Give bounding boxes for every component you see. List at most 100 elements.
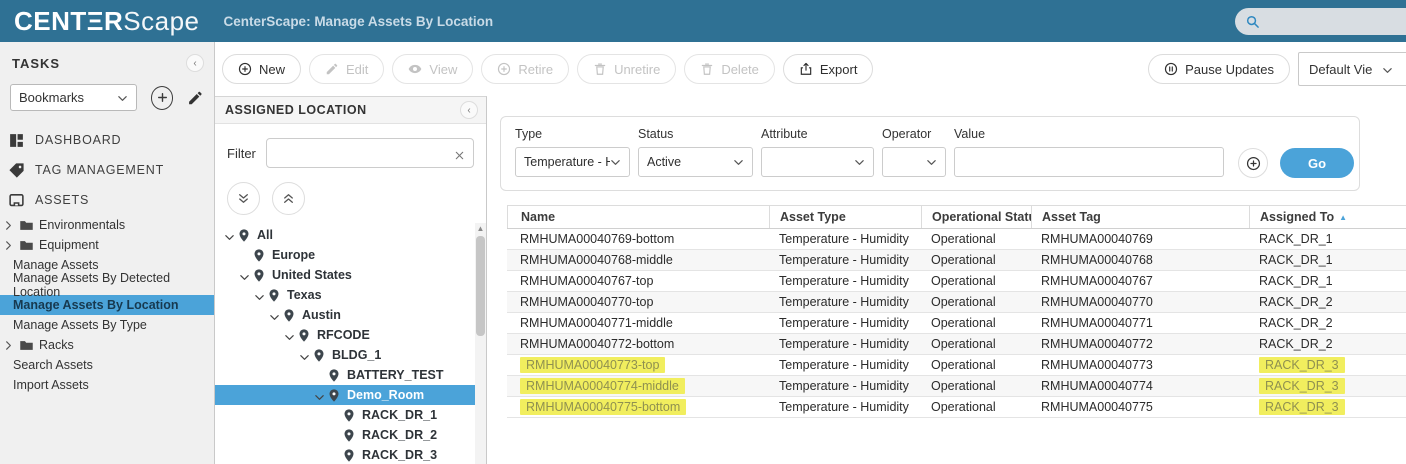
- tree-node-rack-dr-3[interactable]: RACK_DR_3: [215, 445, 486, 464]
- query-field-type: Type Temperature - Hu: [515, 127, 630, 177]
- column-header-assigned-to[interactable]: Assigned To ▲: [1249, 206, 1386, 228]
- sidebar-collapse-button[interactable]: ‹: [186, 54, 204, 72]
- cell-asset_type: Temperature - Humidity: [769, 250, 921, 270]
- filter-label: Filter: [227, 146, 256, 161]
- add-filter-button[interactable]: [1238, 148, 1268, 178]
- tree-node-demo-room[interactable]: Demo_Room: [215, 385, 486, 405]
- cell-assigned_to: RACK_DR_1: [1249, 250, 1386, 270]
- chevron-down-icon[interactable]: [224, 230, 235, 241]
- tree-node-rfcode[interactable]: RFCODE: [215, 325, 486, 345]
- cell-asset_type: Temperature - Humidity: [769, 376, 921, 396]
- cell-assigned_to: RACK_DR_3: [1249, 376, 1386, 396]
- collapse-all-button[interactable]: [272, 182, 305, 215]
- tree-node-bldg-1[interactable]: BLDG_1: [215, 345, 486, 365]
- pause-updates-button[interactable]: Pause Updates: [1148, 54, 1290, 84]
- tree-node-austin[interactable]: Austin: [215, 305, 486, 325]
- tree-node-united-states[interactable]: United States: [215, 265, 486, 285]
- sidebar-item-manage-assets-by-detected-location[interactable]: Manage Assets By Detected Location: [0, 275, 214, 295]
- pause-updates-label: Pause Updates: [1185, 62, 1274, 77]
- query-field-status: Status Active: [638, 127, 753, 177]
- view-select-value: Default Vie: [1309, 62, 1372, 77]
- sidebar-item-search-assets[interactable]: Search Assets: [0, 355, 214, 375]
- status-select[interactable]: Active: [638, 147, 753, 177]
- cell-asset_type: Temperature - Humidity: [769, 397, 921, 417]
- column-header-asset-tag[interactable]: Asset Tag: [1031, 206, 1249, 228]
- cell-operational_status: Operational: [921, 334, 1031, 354]
- table-row[interactable]: RMHUMA00040771-middleTemperature - Humid…: [507, 313, 1406, 334]
- global-search[interactable]: [1235, 8, 1406, 35]
- tree-filter-field[interactable]: [266, 138, 474, 168]
- chevron-down-icon[interactable]: [284, 330, 295, 341]
- type-select[interactable]: Temperature - Hu: [515, 147, 630, 177]
- column-header-asset-type[interactable]: Asset Type: [769, 206, 921, 228]
- edit-button[interactable]: Edit: [309, 54, 384, 84]
- cell-asset_tag: RMHUMA00040768: [1031, 250, 1249, 270]
- table-row[interactable]: RMHUMA00040770-topTemperature - Humidity…: [507, 292, 1406, 313]
- expand-all-button[interactable]: [227, 182, 260, 215]
- delete-button[interactable]: Delete: [684, 54, 775, 84]
- sidebar-item-manage-assets-by-type[interactable]: Manage Assets By Type: [0, 315, 214, 335]
- chevron-down-icon[interactable]: [299, 350, 310, 361]
- chevron-down-icon[interactable]: [239, 270, 250, 281]
- table-row[interactable]: RMHUMA00040774-middleTemperature - Humid…: [507, 376, 1406, 397]
- view-button[interactable]: View: [392, 54, 473, 84]
- unretire-button[interactable]: Unretire: [577, 54, 676, 84]
- tree-node-texas[interactable]: Texas: [215, 285, 486, 305]
- go-button[interactable]: Go: [1280, 148, 1354, 178]
- location-pin-icon: [327, 368, 341, 383]
- new-button[interactable]: New: [222, 54, 301, 84]
- search-input[interactable]: [1266, 14, 1406, 29]
- sidebar-section-assets[interactable]: ASSETS: [0, 185, 214, 215]
- tree-filter-input[interactable]: [275, 146, 454, 160]
- page-title: CenterScape: Manage Assets By Location: [224, 14, 494, 29]
- view-select[interactable]: Default Vie: [1298, 52, 1406, 86]
- chevron-down-icon: [1382, 64, 1393, 75]
- select-value: Active: [647, 155, 681, 169]
- sidebar-item-import-assets[interactable]: Import Assets: [0, 375, 214, 395]
- panel-collapse-button[interactable]: ‹: [460, 101, 478, 119]
- sidebar-item-equipment[interactable]: Equipment: [0, 235, 214, 255]
- plus-circle-icon: [238, 62, 252, 76]
- table-row[interactable]: RMHUMA00040773-topTemperature - Humidity…: [507, 355, 1406, 376]
- attribute-select[interactable]: [761, 147, 874, 177]
- table-row[interactable]: RMHUMA00040772-bottomTemperature - Humid…: [507, 334, 1406, 355]
- operator-select[interactable]: [882, 147, 946, 177]
- table-row[interactable]: RMHUMA00040769-bottomTemperature - Humid…: [507, 229, 1406, 250]
- plus-circle-icon: [497, 62, 511, 76]
- tree-node-rack-dr-2[interactable]: RACK_DR_2: [215, 425, 486, 445]
- export-button[interactable]: Export: [783, 54, 874, 84]
- table-row[interactable]: RMHUMA00040767-topTemperature - Humidity…: [507, 271, 1406, 292]
- tree-node-all[interactable]: All: [215, 225, 486, 245]
- sidebar-section-tag-management[interactable]: TAG MANAGEMENT: [0, 155, 214, 185]
- sidebar-item-racks[interactable]: Racks: [0, 335, 214, 355]
- bookmarks-select[interactable]: Bookmarks: [10, 84, 137, 111]
- column-header-operational-status[interactable]: Operational Status: [921, 206, 1031, 228]
- query-field-operator: Operator: [882, 127, 946, 177]
- value-input[interactable]: [954, 147, 1224, 177]
- chevron-down-icon[interactable]: [314, 390, 325, 401]
- asset_tag-value: RMHUMA00040770: [1041, 295, 1153, 309]
- table-row[interactable]: RMHUMA00040768-middleTemperature - Humid…: [507, 250, 1406, 271]
- asset_tag-value: RMHUMA00040767: [1041, 274, 1153, 288]
- location-pin-icon: [267, 288, 281, 303]
- sidebar-item-environmentals[interactable]: Environmentals: [0, 215, 214, 235]
- table-row[interactable]: RMHUMA00040775-bottomTemperature - Humid…: [507, 397, 1406, 418]
- add-bookmark-button[interactable]: [151, 86, 173, 110]
- retire-button[interactable]: Retire: [481, 54, 569, 84]
- tree-node-battery-test[interactable]: BATTERY_TEST: [215, 365, 486, 385]
- chevron-down-icon[interactable]: [269, 310, 280, 321]
- tree-node-europe[interactable]: Europe: [215, 245, 486, 265]
- scroll-up-arrow[interactable]: ▲: [476, 225, 485, 233]
- cell-assigned_to: RACK_DR_1: [1249, 271, 1386, 291]
- edit-bookmarks-button[interactable]: [187, 89, 204, 107]
- scrollbar-thumb[interactable]: [476, 236, 485, 336]
- clear-filter-icon[interactable]: [454, 148, 465, 159]
- column-header-name[interactable]: Name: [507, 206, 769, 228]
- tree-node-rack-dr-1[interactable]: RACK_DR_1: [215, 405, 486, 425]
- cell-asset_tag: RMHUMA00040774: [1031, 376, 1249, 396]
- tree-scrollbar[interactable]: ▲: [475, 223, 486, 464]
- sidebar-section-dashboard[interactable]: DASHBOARD: [0, 125, 214, 155]
- pencil-icon: [187, 94, 204, 111]
- chevron-down-icon[interactable]: [254, 290, 265, 301]
- query-field-label: Attribute: [761, 127, 874, 141]
